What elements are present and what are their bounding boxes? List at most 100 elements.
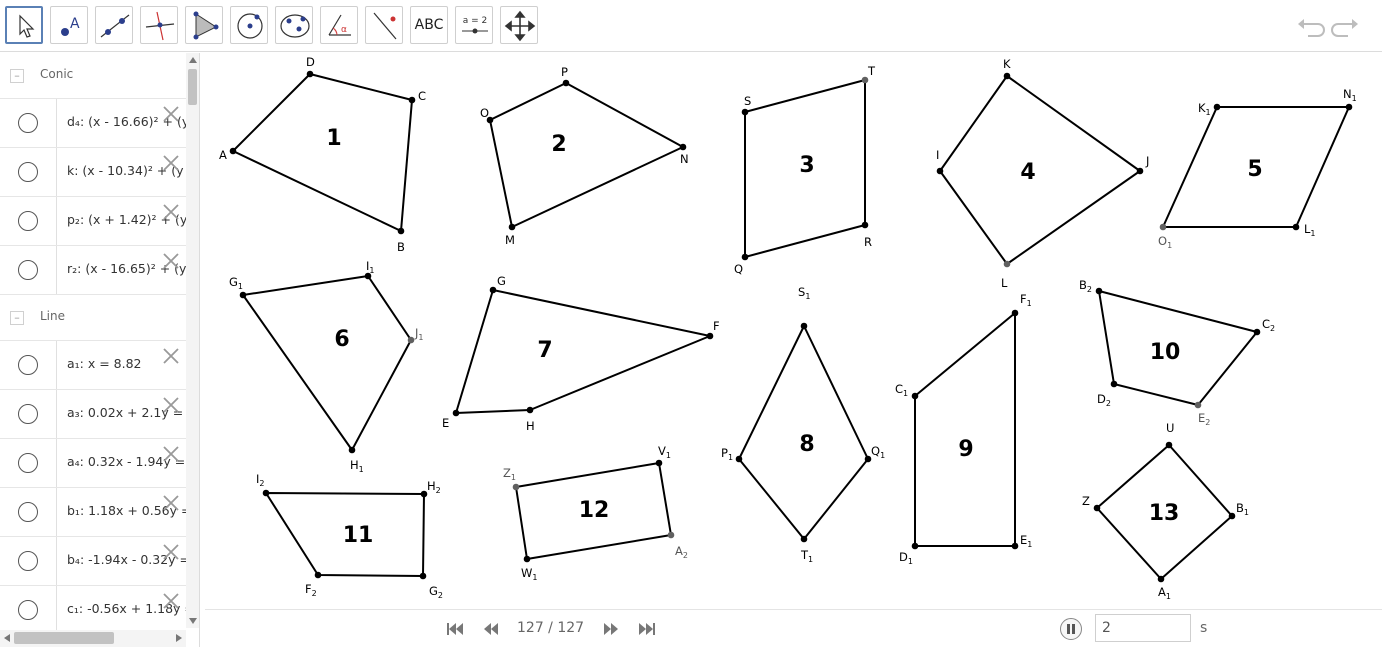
point-L1[interactable] (1292, 223, 1300, 231)
algebra-row[interactable]: a₁: x = 8.82 (0, 341, 186, 390)
previous-step-icon[interactable] (481, 620, 501, 638)
algebra-row[interactable]: p₂: (x + 1.42)² + (y (0, 197, 186, 246)
group-header-conic[interactable]: – Conic (0, 53, 186, 99)
point-M[interactable] (508, 223, 516, 231)
point-tool-button[interactable]: A (50, 6, 88, 44)
point-U[interactable] (1165, 441, 1173, 449)
close-icon[interactable] (160, 590, 182, 612)
perpendicular-tool-button[interactable] (140, 6, 178, 44)
point-C[interactable] (408, 96, 416, 104)
close-icon[interactable] (160, 443, 182, 465)
close-icon[interactable] (160, 492, 182, 514)
algebra-row[interactable]: k: (x - 10.34)² + (y (0, 148, 186, 197)
move-tool-button[interactable] (5, 6, 43, 44)
scroll-right-icon[interactable] (174, 633, 184, 643)
polygon-7[interactable] (455, 289, 711, 414)
point-J[interactable] (1136, 167, 1144, 175)
point-A2[interactable] (667, 531, 675, 539)
pause-button[interactable] (1060, 618, 1082, 640)
polygon-6[interactable] (242, 275, 412, 451)
point-B2[interactable] (1095, 287, 1103, 295)
undo-icon[interactable] (1294, 10, 1326, 42)
play-speed-input[interactable] (1095, 614, 1191, 642)
point-E[interactable] (452, 409, 460, 417)
point-L[interactable] (1003, 260, 1011, 268)
point-E1[interactable] (1011, 542, 1019, 550)
polygon-1[interactable] (232, 73, 413, 232)
point-B[interactable] (397, 227, 405, 235)
point-H1[interactable] (348, 446, 356, 454)
collapse-icon[interactable]: – (10, 311, 24, 325)
algebra-row[interactable]: b₁: 1.18x + 0.56y = (0, 488, 186, 537)
point-G2[interactable] (419, 572, 427, 580)
point-I[interactable] (936, 167, 944, 175)
close-icon[interactable] (160, 250, 182, 272)
polygon-9[interactable] (914, 312, 1016, 547)
point-G1[interactable] (239, 291, 247, 299)
point-S1-vertex[interactable] (800, 322, 808, 330)
next-step-icon[interactable] (601, 620, 621, 638)
scroll-up-icon[interactable] (188, 55, 198, 65)
visibility-toggle[interactable] (18, 404, 38, 424)
point-B1[interactable] (1228, 512, 1236, 520)
point-I2[interactable] (262, 489, 270, 497)
visibility-toggle[interactable] (18, 502, 38, 522)
point-Z[interactable] (1093, 504, 1101, 512)
point-R[interactable] (861, 221, 869, 229)
algebra-row[interactable]: b₄: -1.94x - 0.32y = (0, 537, 186, 586)
point-F2[interactable] (314, 571, 322, 579)
scroll-left-icon[interactable] (2, 633, 12, 643)
point-W1[interactable] (523, 555, 531, 563)
algebra-row[interactable]: c₁: -0.56x + 1.18y = (0, 586, 186, 635)
point-G[interactable] (489, 286, 497, 294)
group-header-line[interactable]: – Line (0, 295, 186, 341)
reflect-tool-button[interactable] (365, 6, 403, 44)
point-A[interactable] (229, 147, 237, 155)
first-step-icon[interactable] (445, 620, 465, 638)
polygon-4[interactable] (939, 75, 1141, 265)
point-E2[interactable] (1194, 401, 1202, 409)
point-C2[interactable] (1253, 328, 1261, 336)
algebra-row[interactable]: d₄: (x - 16.66)² + (y (0, 99, 186, 148)
vertical-scroll-thumb[interactable] (188, 69, 197, 105)
ellipse-tool-button[interactable] (275, 6, 313, 44)
point-K[interactable] (1003, 72, 1011, 80)
polygon-tool-button[interactable] (185, 6, 223, 44)
point-F[interactable] (706, 332, 714, 340)
visibility-toggle[interactable] (18, 162, 38, 182)
close-icon[interactable] (160, 345, 182, 367)
visibility-toggle[interactable] (18, 600, 38, 620)
close-icon[interactable] (160, 103, 182, 125)
point-H[interactable] (526, 406, 534, 414)
algebra-row[interactable]: a₄: 0.32x - 1.94y = (0, 439, 186, 488)
close-icon[interactable] (160, 541, 182, 563)
visibility-toggle[interactable] (18, 551, 38, 571)
last-step-icon[interactable] (637, 620, 657, 638)
algebra-definition[interactable]: a₁: x = 8.82 (67, 356, 142, 371)
visibility-toggle[interactable] (18, 113, 38, 133)
line-tool-button[interactable] (95, 6, 133, 44)
point-T1[interactable] (800, 535, 808, 543)
scroll-down-icon[interactable] (188, 616, 198, 626)
visibility-toggle[interactable] (18, 260, 38, 280)
point-C1[interactable] (911, 392, 919, 400)
graphics-view[interactable]: 1 2 3 4 5 6 7 8 9 10 11 12 13 D C B A P … (205, 53, 1382, 609)
close-icon[interactable] (160, 152, 182, 174)
close-icon[interactable] (160, 394, 182, 416)
point-Q[interactable] (741, 253, 749, 261)
text-tool-button[interactable]: ABC (410, 6, 448, 44)
point-J1[interactable] (407, 336, 415, 344)
polygon-2[interactable] (489, 82, 684, 228)
point-V1[interactable] (655, 459, 663, 467)
point-O1[interactable] (1159, 223, 1167, 231)
redo-icon[interactable] (1330, 10, 1362, 42)
graphics-canvas[interactable]: 1 2 3 4 5 6 7 8 9 10 11 12 13 D C B A P … (205, 53, 1382, 609)
point-D[interactable] (306, 70, 314, 78)
point-P[interactable] (562, 79, 570, 87)
point-A1[interactable] (1157, 575, 1165, 583)
slider-tool-button[interactable]: a = 2 (455, 6, 493, 44)
horizontal-scroll-thumb[interactable] (14, 632, 114, 644)
visibility-toggle[interactable] (18, 355, 38, 375)
algebra-row[interactable]: r₂: (x - 16.65)² + (y (0, 246, 186, 295)
algebra-row[interactable]: a₃: 0.02x + 2.1y = - (0, 390, 186, 439)
